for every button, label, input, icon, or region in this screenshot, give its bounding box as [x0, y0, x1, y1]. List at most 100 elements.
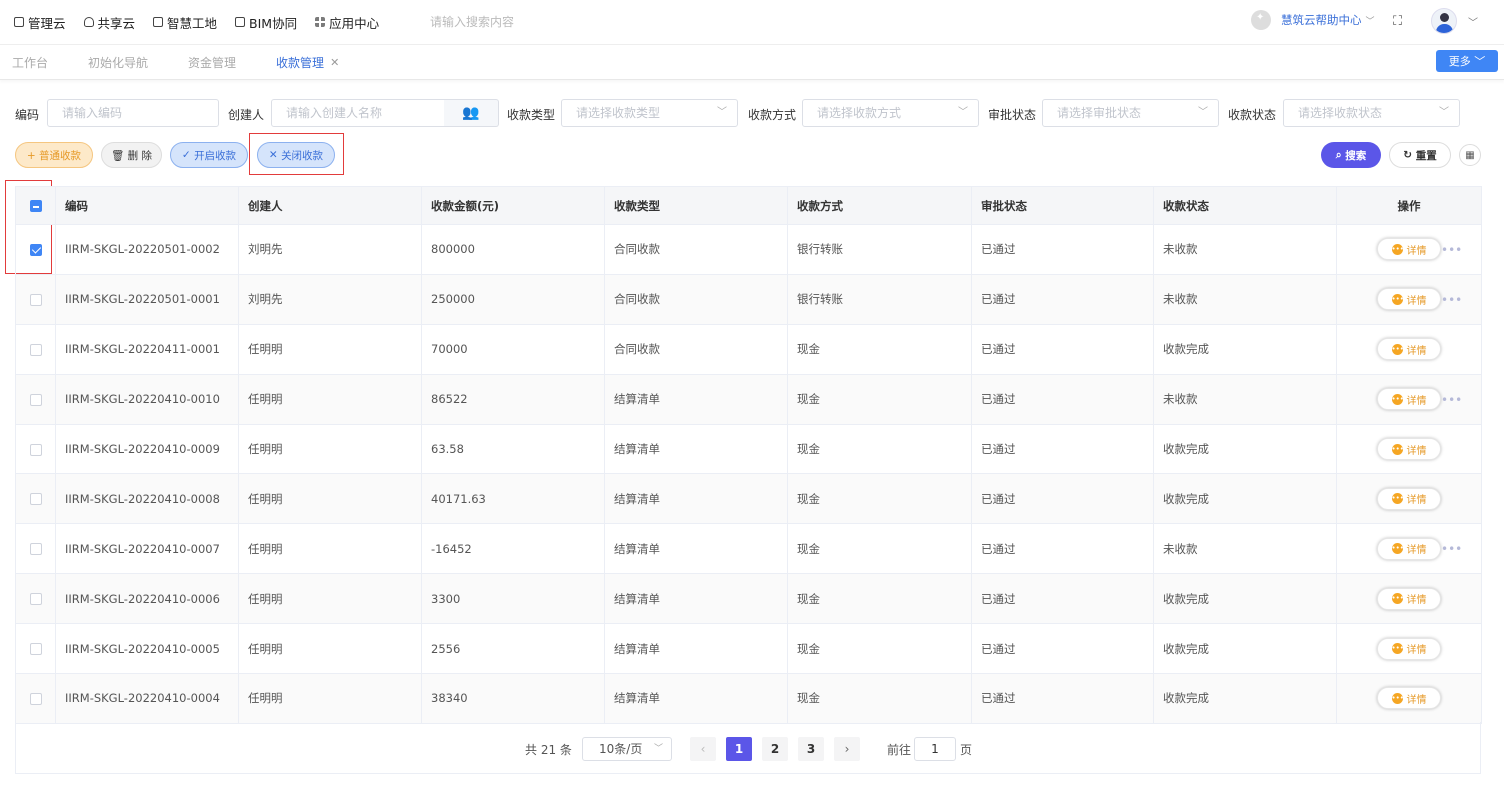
ellipsis-icon[interactable]: •••	[1441, 542, 1462, 556]
column-header[interactable]: 收款类型	[604, 186, 788, 225]
page-button[interactable]: 2	[762, 737, 788, 761]
detail-button[interactable]: ••• 详情	[1377, 537, 1441, 560]
column-header[interactable]: 编码	[55, 186, 239, 225]
column-header[interactable]: 收款金额(元)	[421, 186, 605, 225]
ellipsis-icon[interactable]: •••	[1441, 293, 1462, 307]
cell-creator: 任明明	[238, 473, 422, 525]
creator-filter-input[interactable]: 请输入创建人名称	[271, 99, 445, 127]
row-checkbox[interactable]	[29, 243, 42, 256]
row-checkbox[interactable]	[29, 493, 42, 506]
tab-init-nav[interactable]: 初始化导航	[88, 54, 148, 71]
avatar[interactable]	[1431, 8, 1457, 34]
reset-button[interactable]: ↻ 重置	[1389, 142, 1451, 168]
table-row[interactable]: IIRM-SKGL-20220410-0005 任明明 2556 结算清单 现金 已通过收…	[15, 623, 1482, 675]
table-row[interactable]: IIRM-SKGL-20220410-0009 任明明 63.58 结算清单 现金 已通过…	[15, 423, 1482, 475]
cell-approval: 已通过	[971, 273, 1154, 325]
page-button[interactable]: 1	[726, 737, 752, 761]
detail-button[interactable]: ••• 详情	[1377, 587, 1441, 610]
detail-button[interactable]: ••• 详情	[1377, 288, 1441, 311]
detail-label: 详情	[1406, 545, 1427, 557]
tab-collection-management[interactable]: 收款管理	[276, 54, 324, 71]
select-people-icon[interactable]: 👥	[444, 99, 499, 127]
chevron-down-icon[interactable]: ﹀	[1468, 14, 1478, 29]
code-filter-input[interactable]: 请输入编码	[47, 99, 219, 127]
delete-button[interactable]: 🗑 删 除	[101, 142, 162, 168]
table-row[interactable]: IIRM-SKGL-20220411-0001 任明明 70000 合同收款 现金 已通过…	[15, 323, 1482, 375]
table-row[interactable]: IIRM-SKGL-20220501-0002 刘明先 800000 合同收款 银行转账…	[15, 224, 1482, 275]
table-row[interactable]: IIRM-SKGL-20220410-0010 任明明 86522 结算清单 现金 已通过…	[15, 373, 1482, 425]
nav-bim[interactable]: BIM协同	[235, 13, 297, 32]
close-icon[interactable]: ✕	[330, 56, 339, 69]
detail-button[interactable]: ••• 详情	[1377, 687, 1441, 710]
more-circle-icon: •••	[1391, 343, 1404, 355]
search-button[interactable]: ⌕ 搜索	[1321, 142, 1381, 168]
column-header[interactable]: 审批状态	[971, 186, 1154, 225]
nav-smart-site[interactable]: 智慧工地	[153, 13, 217, 32]
table-row[interactable]: IIRM-SKGL-20220501-0001 刘明先 250000 合同收款 银行转账…	[15, 273, 1482, 325]
status-filter-select[interactable]: 请选择收款状态 ﹀	[1283, 99, 1460, 127]
cell-amount: 3300	[421, 573, 605, 625]
detail-label: 详情	[1406, 645, 1427, 657]
table-row[interactable]: IIRM-SKGL-20220410-0008 任明明 40171.63 结算清单 现金…	[15, 473, 1482, 525]
cell-code: IIRM-SKGL-20220410-0006	[55, 573, 239, 625]
global-search-input[interactable]: 请输入搜索内容	[430, 13, 514, 30]
next-page-button[interactable]: ›	[834, 737, 860, 761]
cell-approval: 已通过	[971, 673, 1154, 724]
detail-button[interactable]: ••• 详情	[1377, 388, 1441, 411]
nav-shared-cloud[interactable]: 共享云	[83, 13, 135, 32]
row-checkbox[interactable]	[29, 393, 42, 406]
detail-button[interactable]: ••• 详情	[1377, 338, 1441, 361]
detail-button[interactable]: ••• 详情	[1377, 487, 1441, 510]
row-checkbox[interactable]	[29, 293, 42, 306]
more-circle-icon: •••	[1391, 393, 1404, 405]
fullscreen-icon[interactable]: ⛶	[1393, 14, 1402, 29]
nav-label: 管理云	[28, 15, 66, 31]
type-filter-label: 收款类型	[507, 108, 556, 122]
row-checkbox[interactable]	[29, 343, 42, 356]
ellipsis-icon[interactable]: •••	[1441, 393, 1462, 407]
type-filter-select[interactable]: 请选择收款类型 ﹀	[561, 99, 738, 127]
row-checkbox[interactable]	[29, 543, 42, 556]
approval-filter-label: 审批状态	[988, 108, 1037, 122]
select-all-checkbox[interactable]	[29, 200, 42, 212]
row-checkbox[interactable]	[29, 593, 42, 606]
row-checkbox[interactable]	[29, 692, 42, 705]
cell-code: IIRM-SKGL-20220410-0007	[55, 523, 239, 575]
goto-page-input[interactable]: 1	[914, 737, 956, 761]
page-button[interactable]: 3	[798, 737, 824, 761]
detail-button[interactable]: ••• 详情	[1377, 637, 1441, 660]
column-header[interactable]: 收款方式	[787, 186, 972, 225]
detail-button[interactable]: ••• 详情	[1377, 438, 1441, 460]
more-circle-icon: •••	[1391, 593, 1404, 605]
cell-code: IIRM-SKGL-20220411-0001	[55, 323, 239, 375]
cell-approval: 已通过	[971, 473, 1154, 525]
detail-button[interactable]: ••• 详情	[1377, 238, 1441, 261]
column-header[interactable]: 创建人	[238, 186, 422, 225]
column-settings-icon[interactable]: ▦	[1459, 144, 1481, 166]
method-filter-select[interactable]: 请选择收款方式 ﹀	[802, 99, 979, 127]
cell-status: 收款完成	[1153, 423, 1337, 475]
row-checkbox[interactable]	[29, 443, 42, 456]
add-collection-button[interactable]: + 普通收款	[15, 142, 93, 168]
tab-workbench[interactable]: 工作台	[12, 54, 48, 71]
cell-method: 银行转账	[787, 273, 972, 325]
row-checkbox[interactable]	[29, 643, 42, 656]
open-collection-button[interactable]: ✓ 开启收款	[170, 142, 248, 168]
detail-label: 详情	[1406, 595, 1427, 607]
prev-page-button[interactable]: ‹	[690, 737, 716, 761]
ellipsis-icon[interactable]: •••	[1441, 243, 1462, 257]
operation-cell: ••• 详情	[1336, 573, 1482, 625]
nav-management-cloud[interactable]: 管理云	[14, 13, 66, 32]
nav-app-center[interactable]: 应用中心	[315, 13, 379, 32]
help-center-menu[interactable]: 慧筑云帮助中心 ﹀	[1251, 10, 1375, 30]
tab-fund-management[interactable]: 资金管理	[188, 54, 236, 71]
page-size-select[interactable]: 10条/页 ﹀	[582, 737, 672, 761]
column-header[interactable]: 收款状态	[1153, 186, 1337, 225]
cell-creator: 刘明先	[238, 224, 422, 275]
cell-amount: 2556	[421, 623, 605, 675]
table-row[interactable]: IIRM-SKGL-20220410-0006 任明明 3300 结算清单 现金 已通过收…	[15, 573, 1482, 625]
more-tabs-button[interactable]: 更多 ﹀	[1436, 50, 1498, 72]
table-row[interactable]: IIRM-SKGL-20220410-0004 任明明 38340 结算清单 现金 已通过…	[15, 673, 1482, 724]
table-row[interactable]: IIRM-SKGL-20220410-0007 任明明 -16452 结算清单 现金 已通…	[15, 523, 1482, 575]
approval-filter-select[interactable]: 请选择审批状态 ﹀	[1042, 99, 1219, 127]
